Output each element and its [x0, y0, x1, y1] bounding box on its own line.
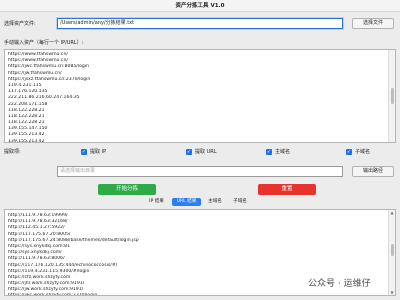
main-domain-checkbox[interactable]: ✓: [266, 149, 272, 155]
manual-input-textarea[interactable]: https://www.tfahswmu.cn/https://www.tfah…: [4, 49, 396, 143]
manual-input-lines: https://www.tfahswmu.cn/https://www.tfah…: [5, 50, 395, 143]
tab-subdomain[interactable]: 子域名: [229, 198, 251, 206]
asset-file-label: 选择资产文件:: [4, 21, 36, 27]
extract-label: 提取项:: [4, 149, 21, 155]
watermark-text: 公众号 · 运维仔: [308, 279, 371, 289]
start-sort-button[interactable]: 开始分拣: [98, 184, 156, 195]
asset-file-path-input[interactable]: /Users/admin/any/分拣结果.txt: [57, 18, 343, 29]
reset-button[interactable]: 重置: [258, 184, 316, 195]
scroll-down-arrow-icon[interactable]: ▼: [389, 290, 395, 295]
subdomain-checkbox[interactable]: ✓: [346, 149, 352, 155]
results-scroll-thumb[interactable]: [391, 244, 394, 256]
manual-input-scrollbar[interactable]: [388, 50, 395, 142]
checkmark-icon: ✓: [266, 149, 272, 155]
manual-input-scroll-thumb[interactable]: [391, 88, 394, 104]
main-domain-label[interactable]: 主域名: [275, 149, 290, 156]
extract-ip-label[interactable]: 提取 IP: [90, 149, 106, 156]
checkmark-icon: ✓: [186, 149, 192, 155]
extract-url-checkbox[interactable]: ✓: [186, 149, 192, 155]
extract-url-label[interactable]: 提取 URL: [195, 149, 217, 156]
list-item: https://jwc.work.shzyfy.com:2370/login: [8, 293, 98, 296]
manual-input-label: 手动输入资产（每行一个 IP/URL）:: [4, 40, 84, 46]
tab-ip-results[interactable]: IP 结果: [144, 198, 169, 206]
app-window: 资产分拣工具 V1.0 选择资产文件: /Users/admin/any/分拣结…: [0, 0, 400, 300]
choose-file-button[interactable]: 选择文件: [352, 18, 394, 29]
subdomain-label[interactable]: 子域名: [355, 149, 370, 156]
checkmark-icon: ✓: [81, 149, 87, 155]
window-title: 资产分拣工具 V1.0: [0, 0, 400, 12]
list-item: 139.155.213.42: [8, 138, 45, 143]
output-dir-input[interactable]: 请选择输出目录: [57, 166, 343, 177]
checkmark-icon: ✓: [346, 149, 352, 155]
output-path-button[interactable]: 输出路径: [352, 166, 394, 177]
tab-url-results[interactable]: URL 结果: [172, 198, 201, 206]
tab-main-domain[interactable]: 主域名: [204, 198, 226, 206]
scroll-up-arrow-icon[interactable]: ▲: [389, 210, 395, 215]
extract-ip-checkbox[interactable]: ✓: [81, 149, 87, 155]
results-scrollbar[interactable]: ▲ ▼: [388, 210, 395, 295]
